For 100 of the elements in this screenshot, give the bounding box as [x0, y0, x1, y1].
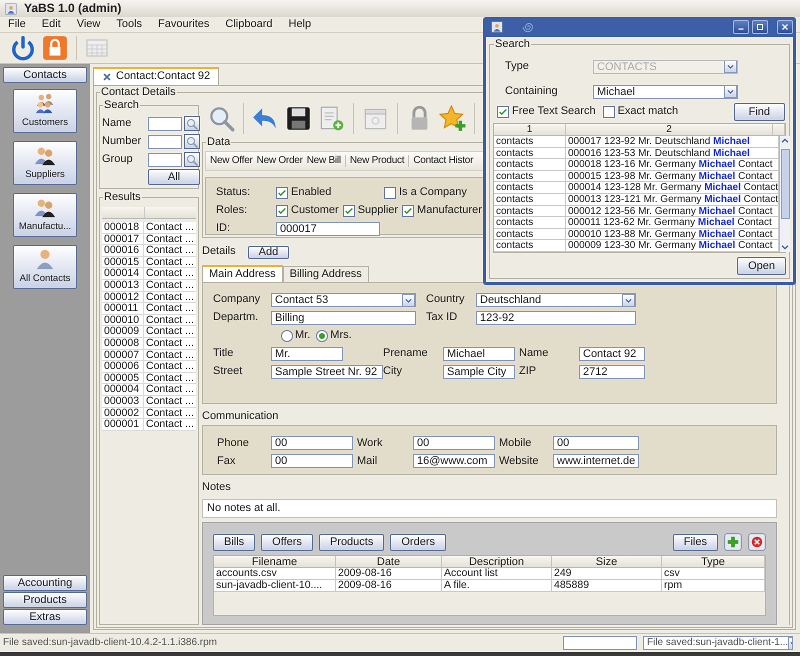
table-cell[interactable]: accounts.csv	[214, 568, 336, 580]
table-cell[interactable]: 000013	[102, 280, 144, 291]
open-button[interactable]: Open	[737, 257, 786, 275]
menu-item[interactable]: Tools	[112, 17, 154, 32]
action-link[interactable]: Contact Histor	[408, 155, 476, 167]
delete-icon[interactable]	[748, 533, 766, 552]
star-plus-icon[interactable]	[439, 105, 466, 132]
input-field[interactable]: Sample City	[443, 365, 515, 379]
table-cell[interactable]: Contact ...	[144, 245, 194, 256]
table-cell[interactable]: 000007	[102, 350, 144, 360]
table-cell[interactable]: contacts	[494, 136, 566, 147]
search-field[interactable]	[148, 152, 182, 166]
action-link[interactable]: New Order	[254, 155, 305, 167]
table-cell[interactable]: Contact ...	[144, 222, 194, 233]
input-field[interactable]: Billing	[271, 311, 416, 325]
menu-item[interactable]: View	[72, 17, 112, 32]
tab-button[interactable]: Offers	[261, 534, 313, 551]
table-cell[interactable]: contacts	[494, 182, 566, 194]
scrollbar[interactable]	[779, 136, 790, 252]
radio-button[interactable]	[281, 330, 293, 342]
close-button[interactable]	[777, 20, 793, 34]
table-cell[interactable]: Contact ...	[144, 314, 194, 326]
table-cell[interactable]: 000001	[102, 419, 144, 430]
menu-item[interactable]: Help	[284, 17, 324, 32]
search-button[interactable]	[184, 116, 200, 131]
table-cell[interactable]: 000016	[102, 245, 144, 256]
checkbox[interactable]	[276, 186, 288, 198]
action-link[interactable]: New Bill	[304, 155, 343, 167]
input-field[interactable]: 123-92	[476, 311, 636, 325]
lock-icon[interactable]	[42, 35, 68, 61]
log-dropdown[interactable]: File saved:sun-javadb-client-1...	[643, 636, 793, 650]
column-header[interactable]: Date	[336, 556, 442, 568]
table-cell[interactable]: 000012	[102, 292, 144, 302]
table-cell[interactable]: 000006	[102, 361, 144, 372]
table-cell[interactable]: csv	[662, 568, 765, 580]
search-field[interactable]: Michael	[593, 84, 738, 98]
power-icon[interactable]	[10, 35, 36, 61]
dropdown[interactable]: Deutschland	[476, 293, 636, 307]
document-plus-icon[interactable]	[318, 105, 345, 132]
table-cell[interactable]: sun-javadb-client-10....	[214, 580, 336, 592]
all-button[interactable]: All	[148, 169, 200, 185]
notes-field[interactable]: No notes at all.	[202, 499, 777, 518]
add-button[interactable]: Add	[248, 246, 290, 258]
table-cell[interactable]: 000015	[102, 256, 144, 268]
input-field[interactable]: Mr.	[271, 347, 343, 361]
sidebar-item[interactable]: Manufactu...	[13, 193, 77, 237]
table-cell[interactable]: Contact ...	[144, 303, 194, 314]
sidebar-item[interactable]: Customers	[13, 89, 77, 133]
dropdown[interactable]: Contact 53	[271, 293, 416, 307]
checkbox[interactable]	[384, 186, 396, 198]
search-field[interactable]	[148, 134, 182, 148]
menu-item[interactable]: Edit	[38, 17, 73, 32]
table-cell[interactable]: 000011	[102, 303, 144, 314]
menu-item[interactable]: File	[4, 17, 38, 32]
table-cell[interactable]: Contact ...	[144, 419, 194, 430]
input-field[interactable]: 00	[413, 436, 495, 450]
search-button[interactable]	[184, 152, 200, 167]
table-cell[interactable]: Contact ...	[144, 372, 194, 384]
close-icon[interactable]	[102, 72, 112, 82]
action-link[interactable]: New Product	[344, 155, 406, 167]
table-cell[interactable]: 000002	[102, 408, 144, 418]
column-header[interactable]: Type	[662, 556, 765, 568]
sidebar-item[interactable]: All Contacts	[13, 245, 77, 289]
radio-button[interactable]	[316, 330, 328, 342]
table-cell[interactable]: Contact ...	[144, 361, 194, 372]
sidebar-section-button[interactable]: Contacts	[3, 67, 87, 83]
table-cell[interactable]: contacts	[494, 217, 566, 228]
checkbox[interactable]	[342, 204, 355, 216]
files-button[interactable]: Files	[672, 534, 718, 551]
tab-button[interactable]: Orders	[390, 534, 446, 551]
table-cell[interactable]: 485889	[552, 580, 662, 592]
input-field[interactable]: Michael	[443, 347, 515, 361]
status-field[interactable]	[563, 636, 637, 650]
table-cell[interactable]: 000003	[102, 396, 144, 406]
table-cell[interactable]: A file.	[442, 580, 552, 592]
table-cell[interactable]: 000004	[102, 384, 144, 395]
sidebar-section-button[interactable]: Products	[3, 592, 87, 608]
input-field[interactable]: 2712	[579, 365, 645, 379]
table-cell[interactable]: 000018	[102, 222, 144, 233]
table-cell[interactable]: 000005	[102, 372, 144, 384]
menu-item[interactable]: Favourites	[154, 17, 222, 32]
table-cell[interactable]: Contact ...	[144, 280, 194, 291]
search-button[interactable]	[184, 134, 200, 149]
tab-button[interactable]: Bills	[213, 534, 256, 551]
id-field[interactable]: 000017	[276, 222, 380, 236]
column-header[interactable]: Size	[552, 556, 662, 568]
checkbox[interactable]	[497, 106, 509, 118]
table-cell[interactable]: 000009	[102, 326, 144, 337]
input-field[interactable]: 00	[271, 436, 353, 450]
checkbox[interactable]	[602, 106, 615, 118]
input-field[interactable]: www.internet.de	[553, 454, 639, 468]
maximize-button[interactable]	[752, 20, 768, 34]
checkbox[interactable]	[402, 204, 414, 216]
table-cell[interactable]: Account list	[442, 568, 552, 580]
table-cell[interactable]: Contact ...	[144, 256, 194, 268]
table-cell[interactable]: Contact ...	[144, 292, 194, 302]
tab[interactable]: Billing Address	[282, 266, 369, 282]
sidebar-section-button[interactable]: Extras	[3, 609, 87, 625]
checkbox[interactable]	[276, 204, 288, 216]
tab-button[interactable]: Products	[318, 534, 384, 551]
